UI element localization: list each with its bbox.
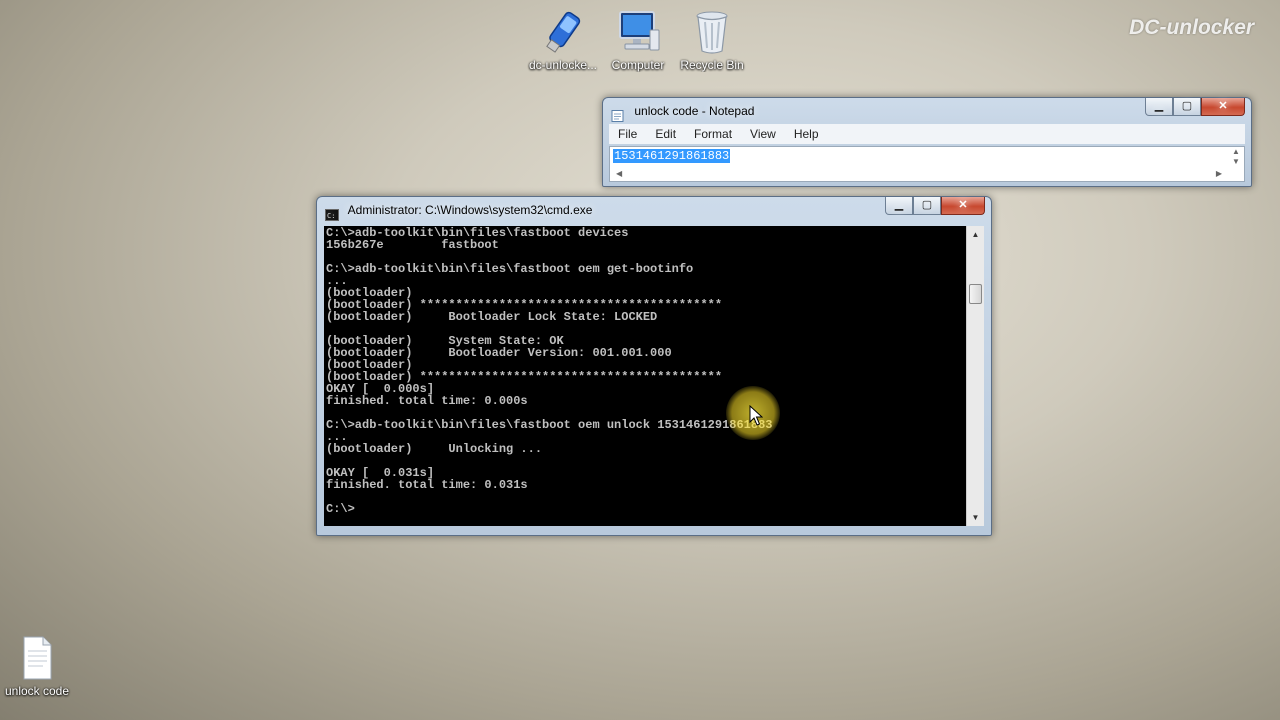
console-line: C:\>adb-toolkit\bin\files\fastboot oem g… bbox=[326, 262, 694, 276]
console-line: (bootloader) Bootloader Version: 001.001… bbox=[326, 346, 672, 360]
vertical-scrollbar[interactable]: ▲ ▼ bbox=[1228, 147, 1244, 167]
cmd-window[interactable]: C: Administrator: C:\Windows\system32\cm… bbox=[316, 196, 992, 536]
close-button[interactable]: ✕ bbox=[941, 197, 985, 215]
desktop-icon-recycle-bin[interactable]: Recycle Bin bbox=[673, 8, 751, 72]
cmd-titlebar[interactable]: C: Administrator: C:\Windows\system32\cm… bbox=[317, 197, 991, 223]
console-line: finished. total time: 0.000s bbox=[326, 394, 528, 408]
desktop-icon-label: unlock code bbox=[4, 684, 70, 698]
menu-edit[interactable]: Edit bbox=[646, 127, 685, 141]
computer-icon bbox=[614, 8, 662, 56]
console-line: (bootloader) Bootloader Lock State: LOCK… bbox=[326, 310, 658, 324]
menu-view[interactable]: View bbox=[741, 127, 785, 141]
cmd-title: Administrator: C:\Windows\system32\cmd.e… bbox=[347, 203, 593, 217]
scrollbar-thumb[interactable] bbox=[969, 284, 982, 304]
notepad-menubar: File Edit Format View Help bbox=[609, 124, 1245, 144]
dc-unlocker-watermark: DC-unlocker bbox=[1129, 16, 1254, 39]
scroll-left-icon[interactable]: ◀ bbox=[616, 169, 622, 178]
console-line: ... bbox=[326, 274, 348, 288]
usb-modem-icon bbox=[539, 8, 587, 56]
desktop-icon-label: dc-unlocke... bbox=[528, 58, 598, 72]
scroll-up-icon[interactable]: ▲ bbox=[967, 226, 984, 243]
desktop-icon-dc-unlocker[interactable]: dc-unlocke... bbox=[524, 8, 602, 72]
console-line: 156b267e fastboot bbox=[326, 238, 499, 252]
scroll-down-icon[interactable]: ▼ bbox=[967, 509, 984, 526]
close-button[interactable]: ✕ bbox=[1201, 98, 1245, 116]
notepad-text-area[interactable]: 1531461291861883 ▲ ▼ ◀ ▶ bbox=[609, 146, 1245, 182]
minimize-button[interactable]: ▁ bbox=[885, 197, 913, 215]
desktop-icon-label: Recycle Bin bbox=[680, 58, 744, 72]
cmd-icon: C: bbox=[325, 204, 339, 221]
desktop-icon-unlock-code[interactable]: unlock code bbox=[0, 634, 76, 698]
menu-file[interactable]: File bbox=[609, 127, 646, 141]
console-line: (bootloader) Unlocking ... bbox=[326, 442, 543, 456]
maximize-button[interactable]: ▢ bbox=[913, 197, 941, 215]
minimize-button[interactable]: ▁ bbox=[1145, 98, 1173, 116]
notepad-window[interactable]: unlock code - Notepad ▁ ▢ ✕ File Edit Fo… bbox=[602, 97, 1252, 187]
svg-text:C:: C: bbox=[327, 212, 335, 220]
notepad-icon bbox=[611, 105, 625, 122]
horizontal-scrollbar[interactable]: ◀ ▶ bbox=[610, 167, 1228, 181]
desktop-icon-label: Computer bbox=[611, 58, 665, 72]
menu-format[interactable]: Format bbox=[685, 127, 741, 141]
desktop-icon-computer[interactable]: Computer bbox=[599, 8, 677, 72]
mouse-pointer-icon bbox=[749, 404, 764, 432]
scroll-right-icon[interactable]: ▶ bbox=[1216, 169, 1222, 178]
console-lines: C:\>adb-toolkit\bin\files\fastboot devic… bbox=[324, 226, 966, 515]
vertical-scrollbar[interactable]: ▲ ▼ bbox=[966, 226, 984, 526]
selected-unlock-code[interactable]: 1531461291861883 bbox=[613, 149, 731, 163]
console-line: finished. total time: 0.031s bbox=[326, 478, 528, 492]
console-line: C:\>adb-toolkit\bin\files\fastboot oem u… bbox=[326, 418, 773, 432]
maximize-button[interactable]: ▢ bbox=[1173, 98, 1201, 116]
menu-help[interactable]: Help bbox=[785, 127, 828, 141]
notepad-titlebar[interactable]: unlock code - Notepad ▁ ▢ ✕ bbox=[603, 98, 1251, 124]
text-file-icon bbox=[13, 634, 61, 682]
recycle-bin-icon bbox=[688, 8, 736, 56]
console-output[interactable]: C:\>adb-toolkit\bin\files\fastboot devic… bbox=[324, 226, 966, 526]
console-line: C:\> bbox=[326, 502, 355, 516]
notepad-title: unlock code - Notepad bbox=[634, 104, 755, 118]
